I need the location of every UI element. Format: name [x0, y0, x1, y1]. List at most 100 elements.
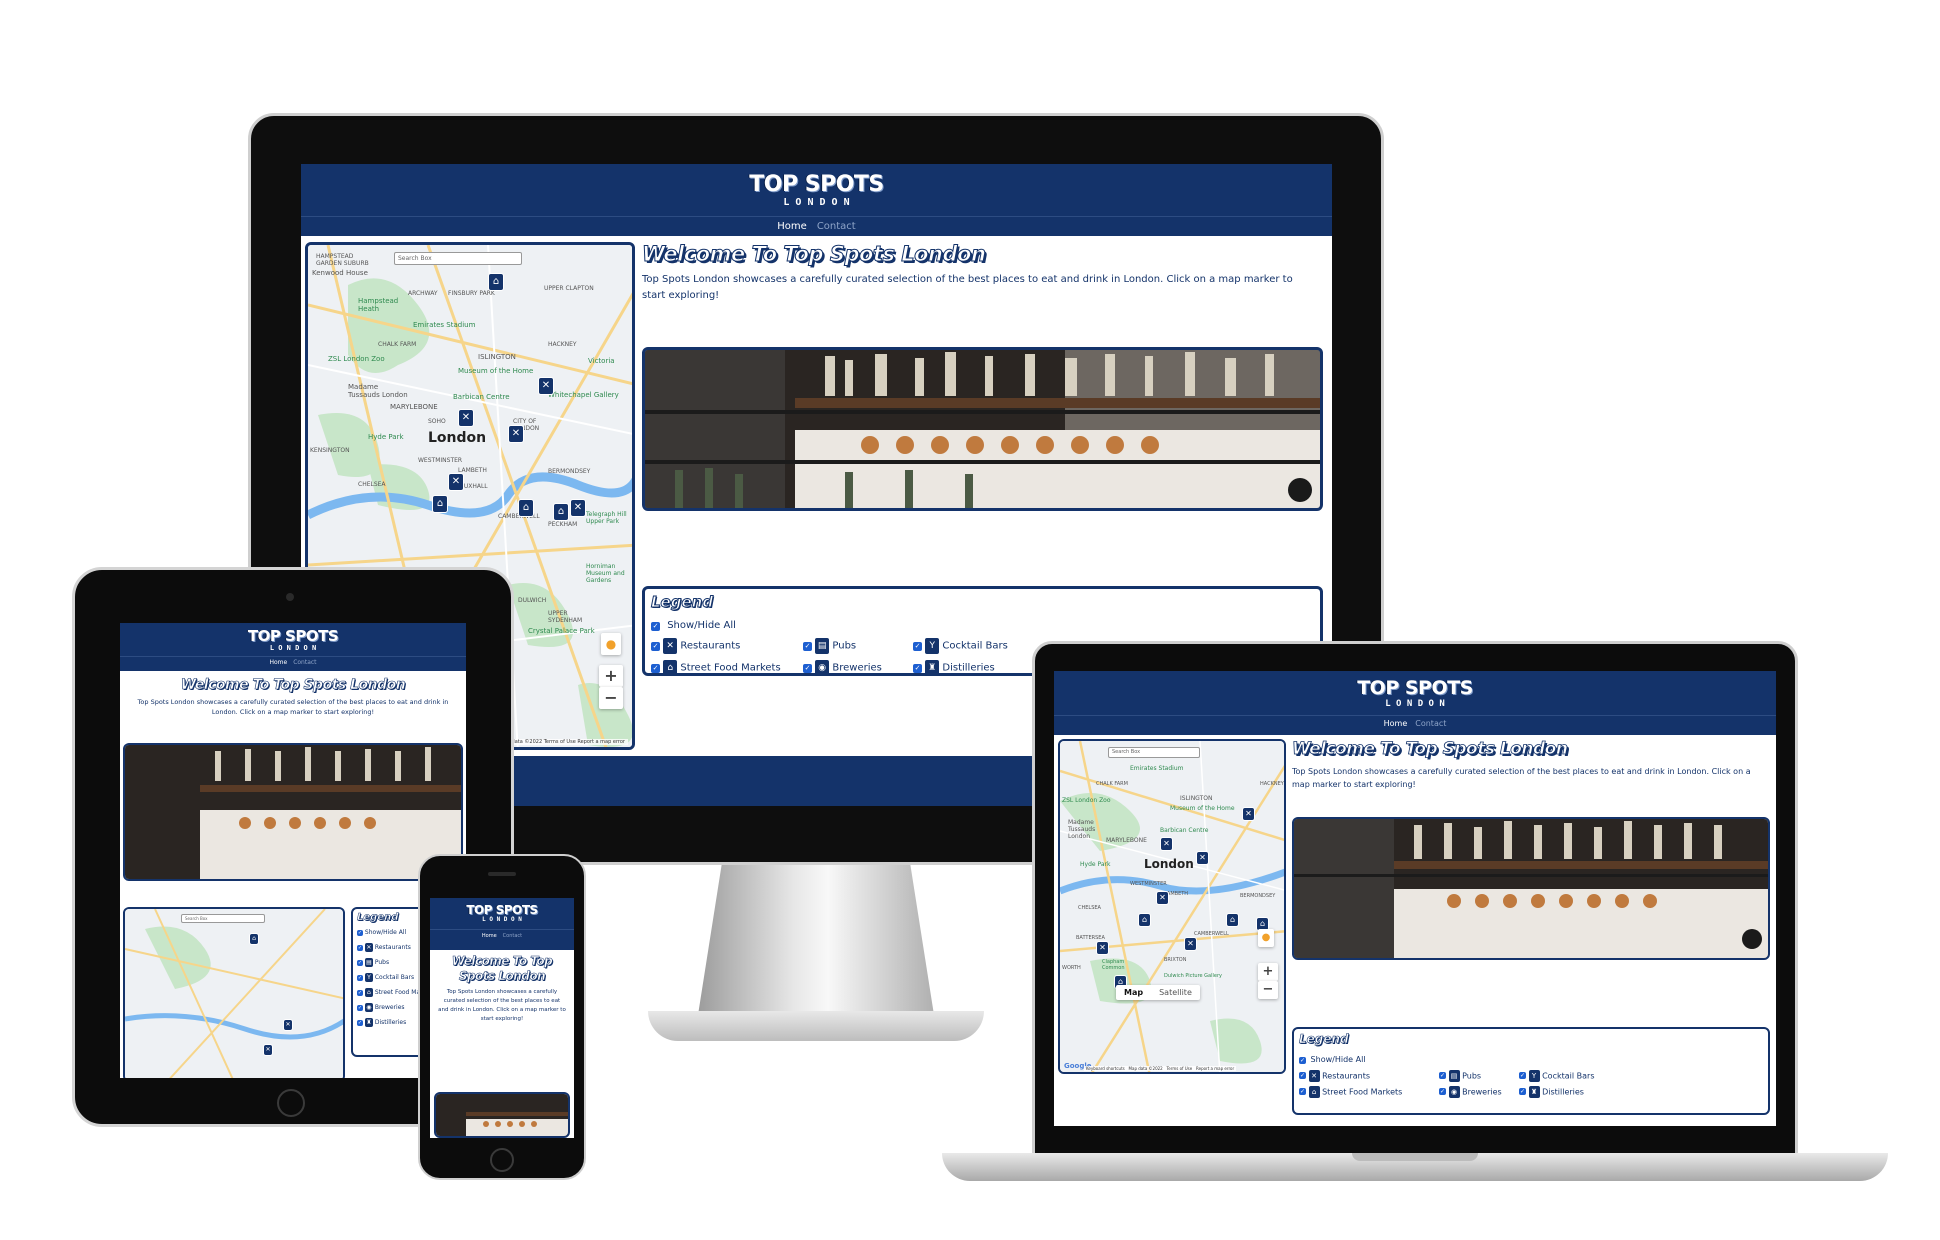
legend-checkbox[interactable]: ✓	[1519, 1072, 1526, 1079]
legend-checkbox[interactable]: ✓	[803, 641, 812, 651]
map-search-input[interactable]: Search Box	[181, 914, 265, 923]
legend-checkbox[interactable]: ✓	[1299, 1072, 1306, 1079]
legend-checkbox[interactable]: ✓	[1519, 1088, 1526, 1095]
legend-checkbox[interactable]: ✓	[357, 959, 363, 966]
map-marker[interactable]: ✕	[263, 1044, 273, 1056]
legend-checkbox[interactable]: ✓	[357, 989, 363, 996]
legend-checkbox[interactable]: ✓	[651, 663, 660, 673]
map-attribution[interactable]: Map data ©2022 Terms of Use Report a map…	[496, 739, 628, 745]
map-marker[interactable]: ⌂	[1226, 913, 1239, 927]
map-zoom-in-button[interactable]: +	[1258, 963, 1278, 981]
nav-contact-link[interactable]: Contact	[293, 659, 316, 666]
pub-icon: ▤	[1448, 1069, 1460, 1082]
map-marker[interactable]: ✕	[448, 473, 464, 491]
map-type-map-button[interactable]: Map	[1116, 985, 1151, 1000]
legend-checkbox[interactable]: ✓	[803, 663, 812, 673]
legend-item-breweries[interactable]: ✓ ◉ Breweries	[1439, 1085, 1519, 1098]
map-marker[interactable]: ✕	[1160, 837, 1173, 851]
street-view-pegman-icon[interactable]: ●	[601, 633, 621, 655]
legend-item-restaurants[interactable]: ✓ ✕ Restaurants	[1299, 1069, 1439, 1082]
legend-checkbox[interactable]: ✓	[357, 929, 363, 936]
map-marker[interactable]: ✕	[283, 1019, 293, 1031]
nav-home-link[interactable]: Home	[777, 221, 807, 232]
legend-item-distilleries[interactable]: ✓ ♜ Distilleries	[1519, 1085, 1639, 1098]
map-label: KENSINGTON	[310, 447, 350, 454]
map-zoom-out-button[interactable]: −	[1258, 981, 1278, 999]
nav-home-link[interactable]: Home	[1384, 719, 1408, 728]
map-label: BERMONDSEY	[1240, 893, 1276, 899]
map-marker[interactable]: ✕	[1242, 807, 1255, 821]
legend-checkbox[interactable]: ✓	[357, 1019, 363, 1026]
restaurant-icon: ✕	[364, 943, 373, 952]
nav-home-link[interactable]: Home	[269, 659, 287, 666]
map-marker[interactable]: ⌂	[488, 273, 504, 291]
legend-checkbox[interactable]: ✓	[913, 663, 922, 673]
map-search-input[interactable]: Search Box	[394, 252, 522, 265]
map-marker[interactable]: ⌂	[432, 495, 448, 513]
legend-item-cocktail-bars[interactable]: ✓ Y Cocktail Bars	[1519, 1069, 1639, 1082]
legend-show-hide-row[interactable]: ✓ Show/Hide All	[651, 619, 1314, 634]
legend-checkbox[interactable]: ✓	[357, 974, 363, 981]
site-logo[interactable]: TOP SPOTS	[301, 174, 1332, 196]
legend-show-hide-row[interactable]: ✓ Show/Hide All	[1299, 1054, 1763, 1067]
legend-item-breweries[interactable]: ✓ ◉ Breweries	[803, 660, 913, 676]
laptop-device: TOP SPOTS L O N D O N Home Contact Searc…	[942, 641, 1888, 1194]
pub-icon: ▤	[364, 958, 373, 967]
bar-shelves-image	[645, 350, 1320, 508]
legend-item-street-food[interactable]: ✓ ⌂ Street Food Markets	[651, 660, 803, 676]
map-marker[interactable]: ✕	[1096, 941, 1109, 955]
map-marker[interactable]: ✕	[570, 499, 586, 517]
map-label: ISLINGTON	[478, 353, 516, 361]
show-hide-all-checkbox[interactable]: ✓	[1299, 1056, 1306, 1064]
laptop-screen: TOP SPOTS L O N D O N Home Contact Searc…	[1054, 671, 1776, 1126]
legend-item-pubs[interactable]: ✓ ▤ Pubs	[803, 638, 913, 654]
map-label: UPPER CLAPTON	[544, 285, 594, 292]
legend-item-pubs[interactable]: ✓ ▤ Pubs	[1439, 1069, 1519, 1082]
nav-contact-link[interactable]: Contact	[1415, 719, 1446, 728]
bar-shelves-image	[436, 1094, 568, 1136]
legend-item-street-food[interactable]: ✓ ⌂ Street Food Markets	[1299, 1085, 1439, 1098]
legend-item-restaurants[interactable]: ✓ ✕ Restaurants	[651, 638, 803, 654]
map-marker[interactable]: ⌂	[1138, 913, 1151, 927]
map-panel[interactable]: Search Box ⌂ ✕ ✕	[123, 907, 345, 1078]
map-panel[interactable]: Search Box Emirates Stadium CHALK FARM H…	[1058, 739, 1286, 1074]
map-marker[interactable]: ⌂	[518, 499, 534, 517]
nav-contact-link[interactable]: Contact	[817, 221, 856, 232]
legend-checkbox[interactable]: ✓	[1439, 1088, 1446, 1095]
site-logo[interactable]: TOP SPOTS	[1054, 679, 1776, 698]
legend-checkbox[interactable]: ✓	[913, 641, 922, 651]
map-marker[interactable]: ✕	[458, 409, 474, 427]
map-marker[interactable]: ✕	[1156, 891, 1169, 905]
map-type-satellite-button[interactable]: Satellite	[1151, 985, 1200, 1000]
legend-checkbox[interactable]: ✓	[651, 641, 660, 651]
nav-contact-link[interactable]: Contact	[503, 933, 522, 939]
map-marker[interactable]: ⌂	[553, 503, 569, 521]
map-zoom-out-button[interactable]: −	[599, 687, 623, 709]
legend-label: Restaurants	[1322, 1071, 1371, 1080]
map-label: Clapham Common	[1102, 959, 1125, 971]
map-attribution[interactable]: Keyboard shortcuts Map data ©2022 Terms …	[1084, 1066, 1237, 1071]
map-marker[interactable]: ✕	[1184, 937, 1197, 951]
legend-label: Distilleries	[1542, 1087, 1584, 1096]
map-marker[interactable]: ✕	[538, 377, 554, 395]
legend-checkbox[interactable]: ✓	[1439, 1072, 1446, 1079]
nav-home-link[interactable]: Home	[482, 933, 497, 939]
map-zoom-in-button[interactable]: +	[599, 665, 623, 687]
legend-checkbox[interactable]: ✓	[357, 944, 363, 951]
tablet-camera	[286, 593, 294, 601]
site-logo[interactable]: TOP SPOTS	[430, 904, 574, 916]
bar-shelves-photo	[642, 347, 1323, 511]
map-marker[interactable]: ✕	[508, 425, 524, 443]
map-search-input[interactable]: Search Box	[1108, 747, 1200, 758]
street-view-pegman-icon[interactable]: ●	[1258, 929, 1274, 947]
tablet-home-button[interactable]	[277, 1089, 305, 1117]
map-marker[interactable]: ✕	[1196, 851, 1209, 865]
legend-checkbox[interactable]: ✓	[357, 1004, 363, 1011]
phone-home-button[interactable]	[490, 1148, 514, 1172]
site-logo[interactable]: TOP SPOTS	[120, 629, 466, 644]
cocktail-icon: Y	[1528, 1069, 1540, 1082]
map-label: MARYLEBONE	[1106, 837, 1147, 844]
show-hide-all-checkbox[interactable]: ✓	[651, 621, 660, 631]
map-marker[interactable]: ⌂	[249, 933, 259, 945]
legend-checkbox[interactable]: ✓	[1299, 1088, 1306, 1095]
